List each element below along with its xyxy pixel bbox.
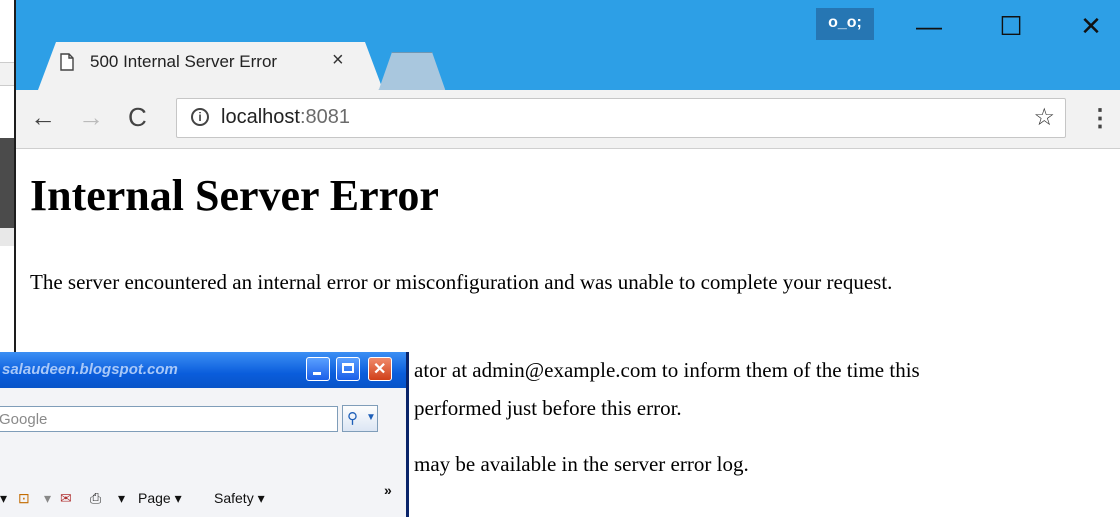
chrome-titlebar: 500 Internal Server Error × o_o; — ☐ ✕ <box>16 0 1120 90</box>
ie-search-input[interactable]: Google <box>0 406 338 432</box>
chevron-overflow-icon[interactable]: » <box>384 482 392 498</box>
ie-window: salaudeen.blogspot.com Google ⚲ ▼ ▾ ⊡ ▾ … <box>0 352 409 517</box>
bookmark-star-icon[interactable]: ☆ <box>1033 103 1055 132</box>
background-window-strip <box>0 62 14 86</box>
reload-icon[interactable]: C <box>128 102 147 133</box>
minimize-button[interactable]: — <box>894 6 964 46</box>
page-title: Internal Server Error <box>30 171 439 220</box>
tab-title: 500 Internal Server Error <box>90 52 278 71</box>
error-paragraph-1: The server encountered an internal error… <box>30 270 893 294</box>
browser-toolbar: ← → C i localhost:8081 ☆ ⋮ <box>16 90 1120 149</box>
maximize-button[interactable]: ☐ <box>976 6 1046 46</box>
safety-menu[interactable]: Safety ▾ <box>214 490 265 507</box>
back-arrow-icon[interactable]: ← <box>30 102 56 133</box>
rss-feed-icon[interactable]: ⊡ <box>18 490 30 507</box>
error-paragraph-2-line-2: performed just before this error. <box>414 396 682 420</box>
page-icon <box>60 53 74 71</box>
ie-window-title: salaudeen.blogspot.com <box>2 361 178 378</box>
close-button[interactable]: ✕ <box>1056 6 1120 46</box>
url-host: localhost <box>221 106 300 128</box>
dropdown-arrow-icon[interactable]: ▾ <box>44 490 51 507</box>
background-window-dark-area <box>0 138 14 228</box>
dropdown-arrow-icon: ▼ <box>366 412 376 423</box>
page-menu[interactable]: Page ▾ <box>138 490 182 507</box>
print-icon[interactable]: ⎙ <box>90 490 101 507</box>
ie-search-placeholder: Google <box>0 411 48 428</box>
mail-icon[interactable]: ✉ <box>60 490 72 507</box>
url-text[interactable]: localhost:8081 <box>221 106 350 129</box>
dropdown-arrow-icon[interactable]: ▾ <box>118 490 125 507</box>
menu-icon[interactable]: ⋮ <box>1088 104 1112 133</box>
address-bar[interactable]: i localhost:8081 ☆ <box>176 98 1066 138</box>
tab-close-icon[interactable]: × <box>332 49 344 72</box>
ie-toolbar-area: Google ⚲ ▼ ▾ ⊡ ▾ ✉ ⎙ ▾ Page ▾ Safety ▾ » <box>0 388 406 517</box>
ie-maximize-button[interactable] <box>336 357 360 381</box>
ie-titlebar: salaudeen.blogspot.com <box>0 352 406 388</box>
profile-badge[interactable]: o_o; <box>816 8 874 40</box>
ie-command-bar: ▾ ⊡ ▾ ✉ ⎙ ▾ Page ▾ Safety ▾ » <box>0 480 406 514</box>
background-window-light-area <box>0 228 14 246</box>
ie-search-button[interactable]: ⚲ ▼ <box>342 405 378 432</box>
ie-minimize-button[interactable] <box>306 357 330 381</box>
forward-arrow-icon[interactable]: → <box>78 102 104 133</box>
url-port: :8081 <box>299 106 350 128</box>
info-icon[interactable]: i <box>191 108 209 126</box>
ie-close-button[interactable] <box>368 357 392 381</box>
search-icon: ⚲ <box>347 410 358 427</box>
error-paragraph-2-line-1: ator at admin@example.com to inform them… <box>414 358 920 382</box>
error-paragraph-3-text: may be available in the server error log… <box>414 452 749 476</box>
dropdown-arrow-icon[interactable]: ▾ <box>0 490 7 507</box>
new-tab-button[interactable] <box>378 52 446 92</box>
